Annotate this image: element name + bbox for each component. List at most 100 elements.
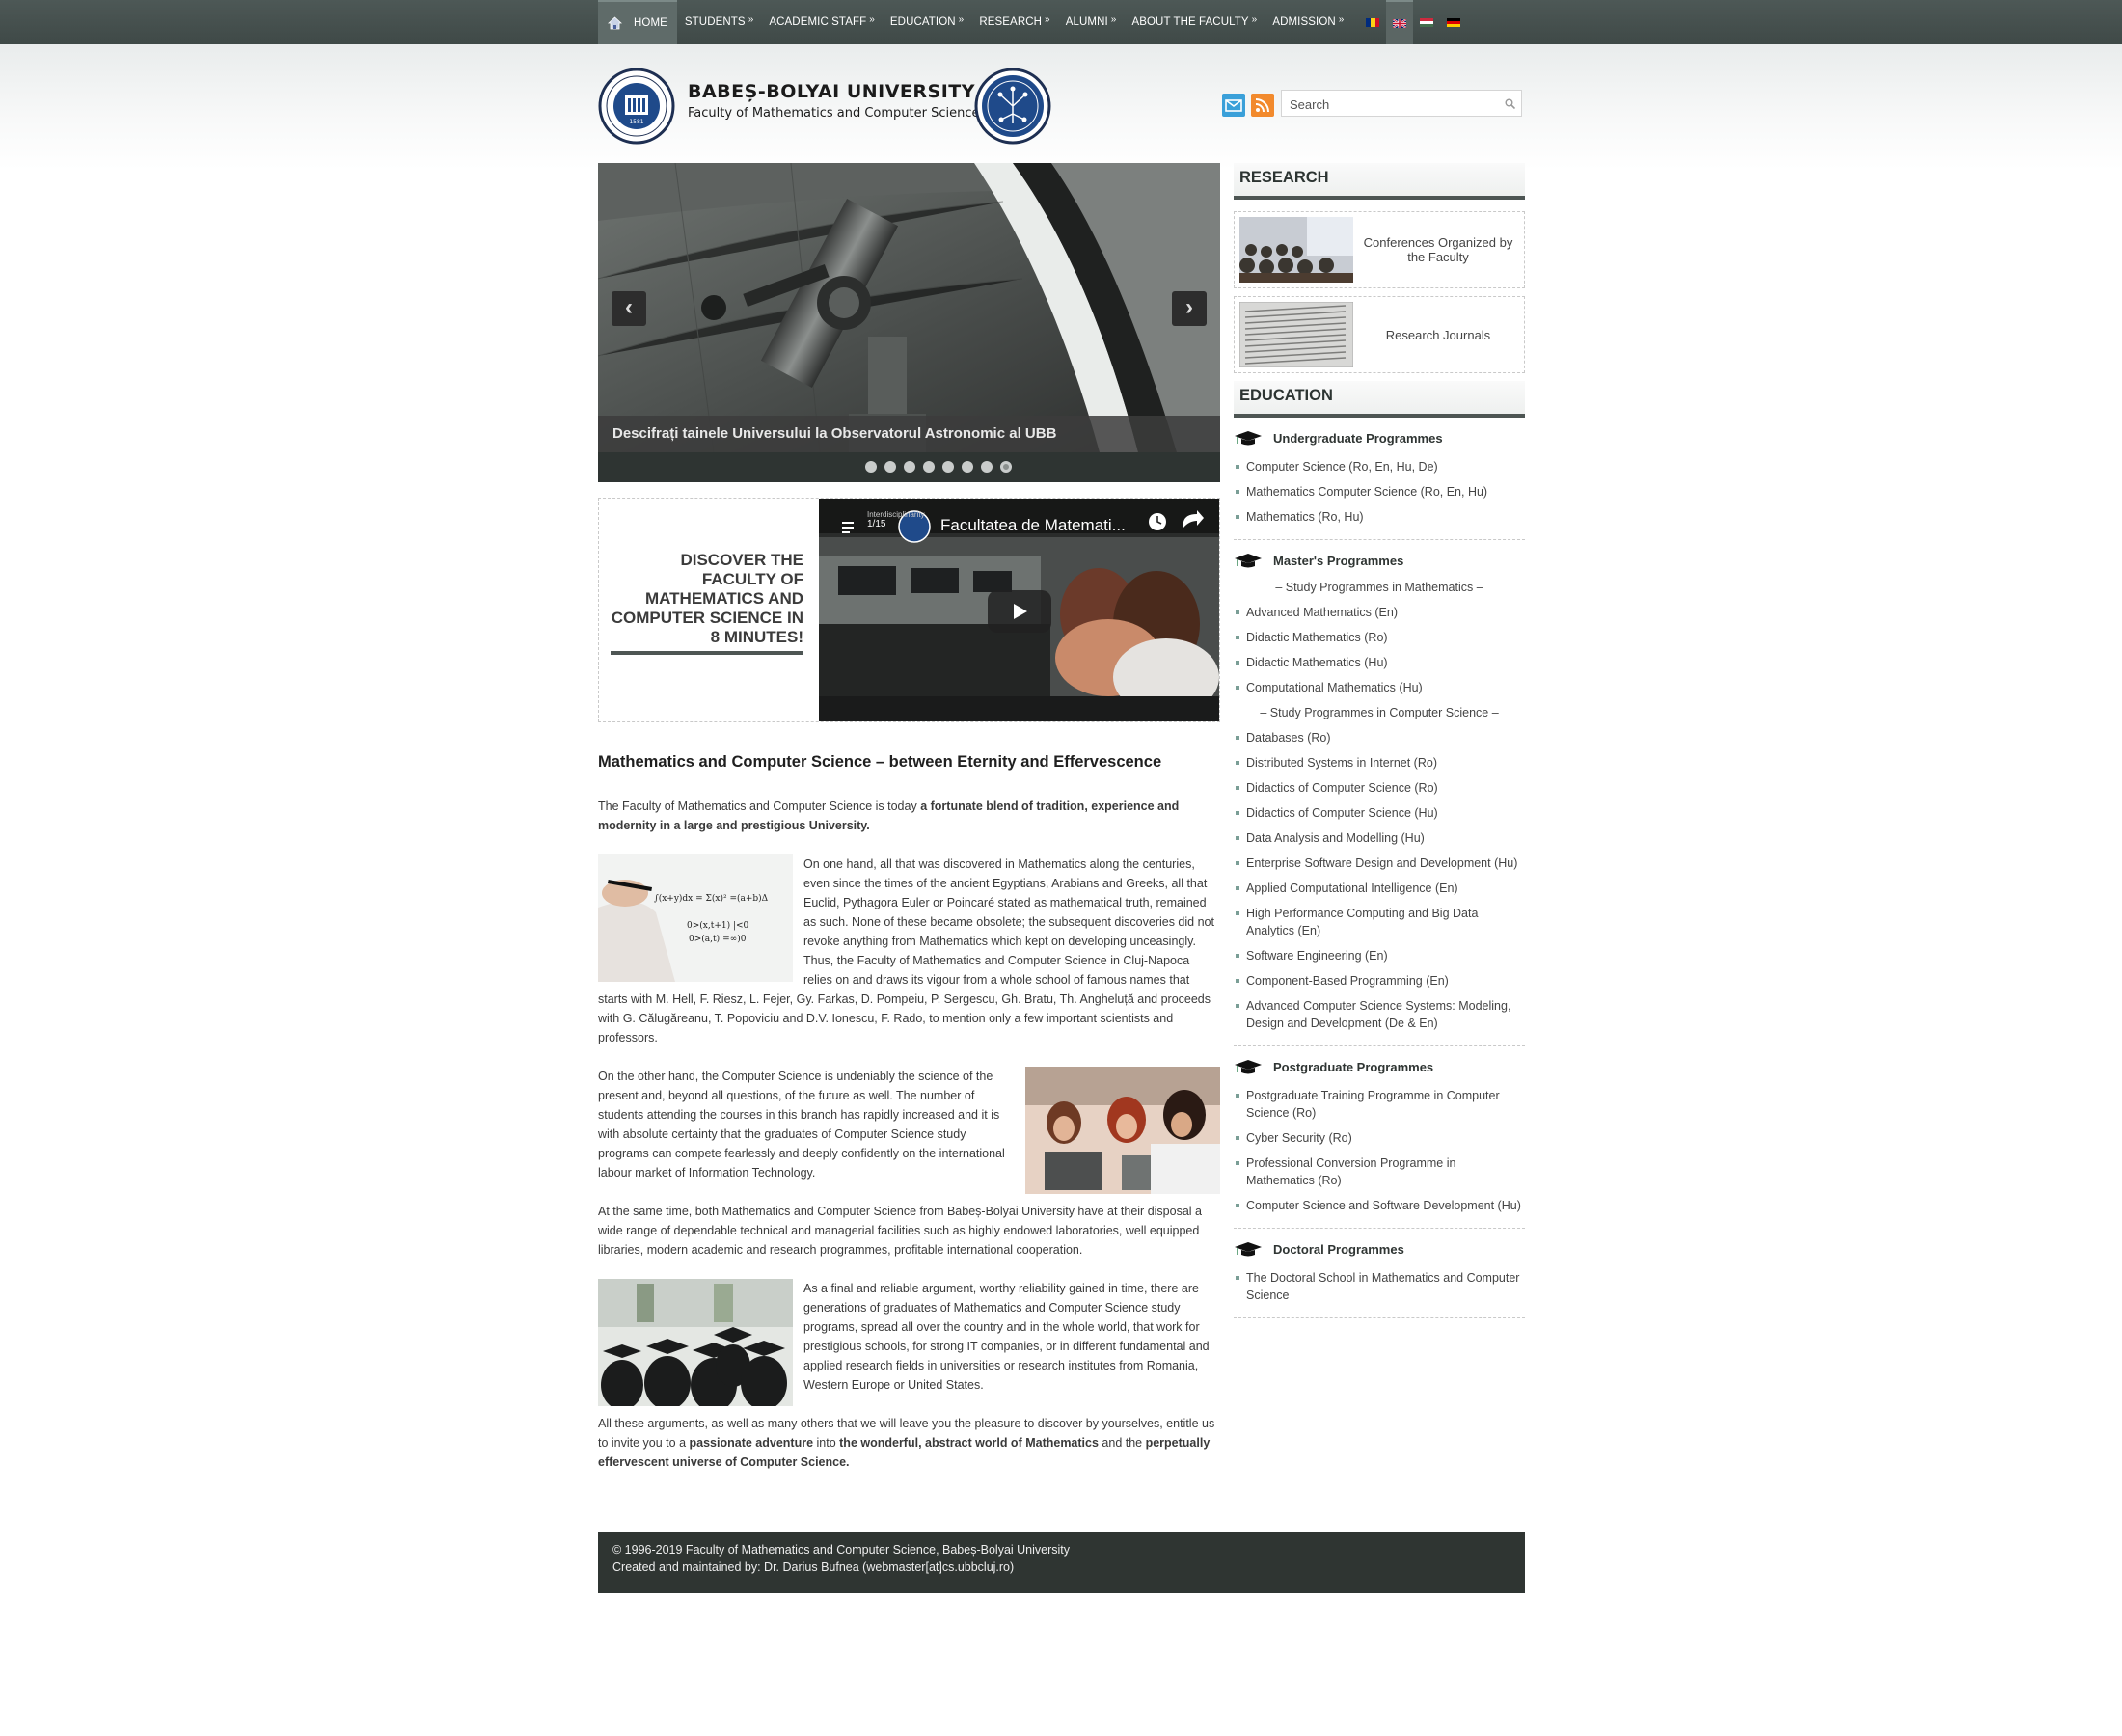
cs-programmes-subheading: – Study Programmes in Computer Science – [1260, 706, 1499, 719]
video-tag: Interdisciplinarity [867, 510, 925, 519]
nav-item-academic-staff[interactable]: ACADEMIC STAFF» [761, 0, 883, 44]
video-player[interactable]: Interdisciplinarity 1/15 Facultatea de M… [819, 499, 1219, 721]
home-icon [608, 16, 622, 30]
programme-link[interactable]: The Doctoral School in Mathematics and C… [1234, 1269, 1525, 1304]
hungarian-flag-icon[interactable] [1420, 17, 1434, 27]
programme-link[interactable]: Advanced Computer Science Systems: Model… [1234, 997, 1525, 1032]
slider-dot[interactable] [980, 461, 993, 473]
slider-dot[interactable] [999, 461, 1012, 473]
programme-link[interactable]: Enterprise Software Design and Developme… [1234, 854, 1525, 872]
paragraph-text: At the same time, both Mathematics and C… [598, 1205, 1202, 1257]
group-title-text: Postgraduate Programmes [1273, 1059, 1434, 1074]
nav-item-alumni[interactable]: ALUMNI» [1058, 0, 1125, 44]
play-icon [1014, 604, 1027, 619]
university-seal-icon[interactable]: 1581 [598, 68, 675, 145]
image-slider: Descifrați tainele Universului la Observ… [598, 163, 1220, 482]
uk-flag-icon[interactable] [1393, 18, 1407, 28]
svg-text:1581: 1581 [629, 119, 643, 125]
nav-item-home[interactable]: HOME [598, 0, 677, 44]
header-band [0, 44, 2122, 170]
programme-link[interactable]: Computer Science (Ro, En, Hu, De) [1234, 458, 1525, 475]
nav-label-admission: ADMISSION [1272, 16, 1336, 28]
programme-link[interactable]: Databases (Ro) [1234, 729, 1525, 746]
programme-link[interactable]: Didactic Mathematics (Hu) [1234, 654, 1525, 671]
nav-label-about: ABOUT THE FACULTY [1131, 16, 1249, 28]
undergraduate-title[interactable]: Undergraduate Programmes [1234, 425, 1525, 450]
nav-item-admission[interactable]: ADMISSION» [1265, 0, 1351, 44]
svg-text:0>(x,t+1) |<0: 0>(x,t+1) |<0 [687, 920, 749, 931]
search-input[interactable] [1288, 94, 1504, 115]
nav-item-research[interactable]: RESEARCH» [971, 0, 1057, 44]
graduation-caps-image [598, 1279, 793, 1406]
article-paragraph: On the other hand, the Computer Science … [598, 1067, 1220, 1194]
language-selector [1359, 0, 1467, 44]
programme-link[interactable]: Data Analysis and Modelling (Hu) [1234, 829, 1525, 847]
programme-link[interactable]: Postgraduate Training Programme in Compu… [1234, 1087, 1525, 1122]
research-item-journals[interactable]: Research Journals [1234, 296, 1525, 373]
romanian-flag-icon[interactable] [1366, 17, 1380, 27]
rss-icon[interactable] [1251, 94, 1274, 117]
programme-link[interactable]: Mathematics (Ro, Hu) [1234, 508, 1525, 526]
search-icon[interactable] [1505, 98, 1515, 109]
slider-dot[interactable] [941, 461, 954, 473]
footer: © 1996-2019 Faculty of Mathematics and C… [598, 1532, 1525, 1593]
search-box [1281, 90, 1522, 117]
research-item-conferences[interactable]: Conferences Organized by the Faculty [1234, 211, 1525, 288]
language-active-tab [1386, 0, 1414, 44]
programme-link[interactable]: Professional Conversion Programme in Mat… [1234, 1154, 1525, 1189]
masters-programmes: Master's Programmes – Study Programmes i… [1234, 540, 1525, 1046]
group-title-text: Master's Programmes [1273, 553, 1404, 568]
programme-link[interactable]: Software Engineering (En) [1234, 947, 1525, 964]
slider-dot[interactable] [864, 461, 877, 473]
nav-item-students[interactable]: STUDENTS» [677, 0, 761, 44]
conclusion-text: into [813, 1436, 840, 1450]
nav-item-about[interactable]: ABOUT THE FACULTY» [1124, 0, 1265, 44]
play-button[interactable] [988, 590, 1051, 633]
programme-link[interactable]: Mathematics Computer Science (Ro, En, Hu… [1234, 483, 1525, 501]
programme-link[interactable]: Computer Science and Software Developmen… [1234, 1197, 1525, 1214]
programme-link[interactable]: Cyber Security (Ro) [1234, 1129, 1525, 1147]
research-label[interactable]: Conferences Organized by the Faculty [1358, 212, 1518, 287]
article-paragraph: ∫(x+y)dx = Σ(x)² =(a+b)Δ 0>(x,t+1) |<0 0… [598, 854, 1220, 1047]
university-name[interactable]: BABEȘ-BOLYAI UNIVERSITY [688, 81, 975, 102]
group-title-text: Doctoral Programmes [1273, 1241, 1404, 1257]
slider-dot[interactable] [961, 461, 973, 473]
programme-link[interactable]: High Performance Computing and Big Data … [1234, 905, 1525, 939]
article: Mathematics and Computer Science – betwe… [598, 752, 1220, 1491]
doctoral-title[interactable]: Doctoral Programmes [1234, 1236, 1525, 1261]
masters-title[interactable]: Master's Programmes [1234, 548, 1525, 573]
slider-dot[interactable] [884, 461, 896, 473]
conference-audience-image [1239, 217, 1353, 283]
slider-dot[interactable] [903, 461, 915, 473]
svg-text:∫(x+y)dx = Σ(x)² =(a+b)Δ: ∫(x+y)dx = Σ(x)² =(a+b)Δ [654, 893, 769, 904]
slider-prev-button[interactable]: ‹ [612, 291, 646, 326]
programme-link[interactable]: Component-Based Programming (En) [1234, 972, 1525, 990]
postgraduate-title[interactable]: Postgraduate Programmes [1234, 1054, 1525, 1079]
video-title[interactable]: Facultatea de Matemati... [940, 516, 1126, 535]
research-label[interactable]: Research Journals [1358, 297, 1518, 372]
observatory-telescope-image[interactable] [598, 163, 1220, 452]
slider-caption[interactable]: Descifrați tainele Universului la Observ… [598, 416, 1220, 452]
nav-item-education[interactable]: EDUCATION» [883, 0, 971, 44]
programme-link[interactable]: Didactics of Computer Science (Hu) [1234, 804, 1525, 822]
faculty-name[interactable]: Faculty of Mathematics and Computer Scie… [688, 106, 980, 121]
article-intro: The Faculty of Mathematics and Computer … [598, 797, 1220, 835]
programme-link[interactable]: Didactic Mathematics (Ro) [1234, 629, 1525, 646]
group-title-text: Undergraduate Programmes [1273, 430, 1443, 446]
programme-link[interactable]: Applied Computational Intelligence (En) [1234, 880, 1525, 897]
top-navigation-bar: HOME STUDENTS» ACADEMIC STAFF» EDUCATION… [0, 0, 2122, 44]
nav-arrow: » [869, 14, 875, 25]
slider-dot[interactable] [922, 461, 935, 473]
mail-icon[interactable] [1222, 94, 1245, 117]
video-playlist-counter: 1/15 [867, 519, 886, 529]
german-flag-icon[interactable] [1447, 17, 1461, 27]
programme-link[interactable]: Advanced Mathematics (En) [1234, 604, 1525, 621]
nav-label-home: HOME [634, 17, 667, 29]
education-heading: EDUCATION [1234, 381, 1525, 418]
programme-link[interactable]: Distributed Systems in Internet (Ro) [1234, 754, 1525, 772]
programme-link[interactable]: Didactics of Computer Science (Ro) [1234, 779, 1525, 797]
programme-link[interactable]: Computational Mathematics (Hu) [1234, 679, 1525, 696]
discover-underline [611, 651, 803, 655]
slider-next-button[interactable]: › [1172, 291, 1207, 326]
faculty-logo-icon[interactable] [974, 68, 1051, 145]
